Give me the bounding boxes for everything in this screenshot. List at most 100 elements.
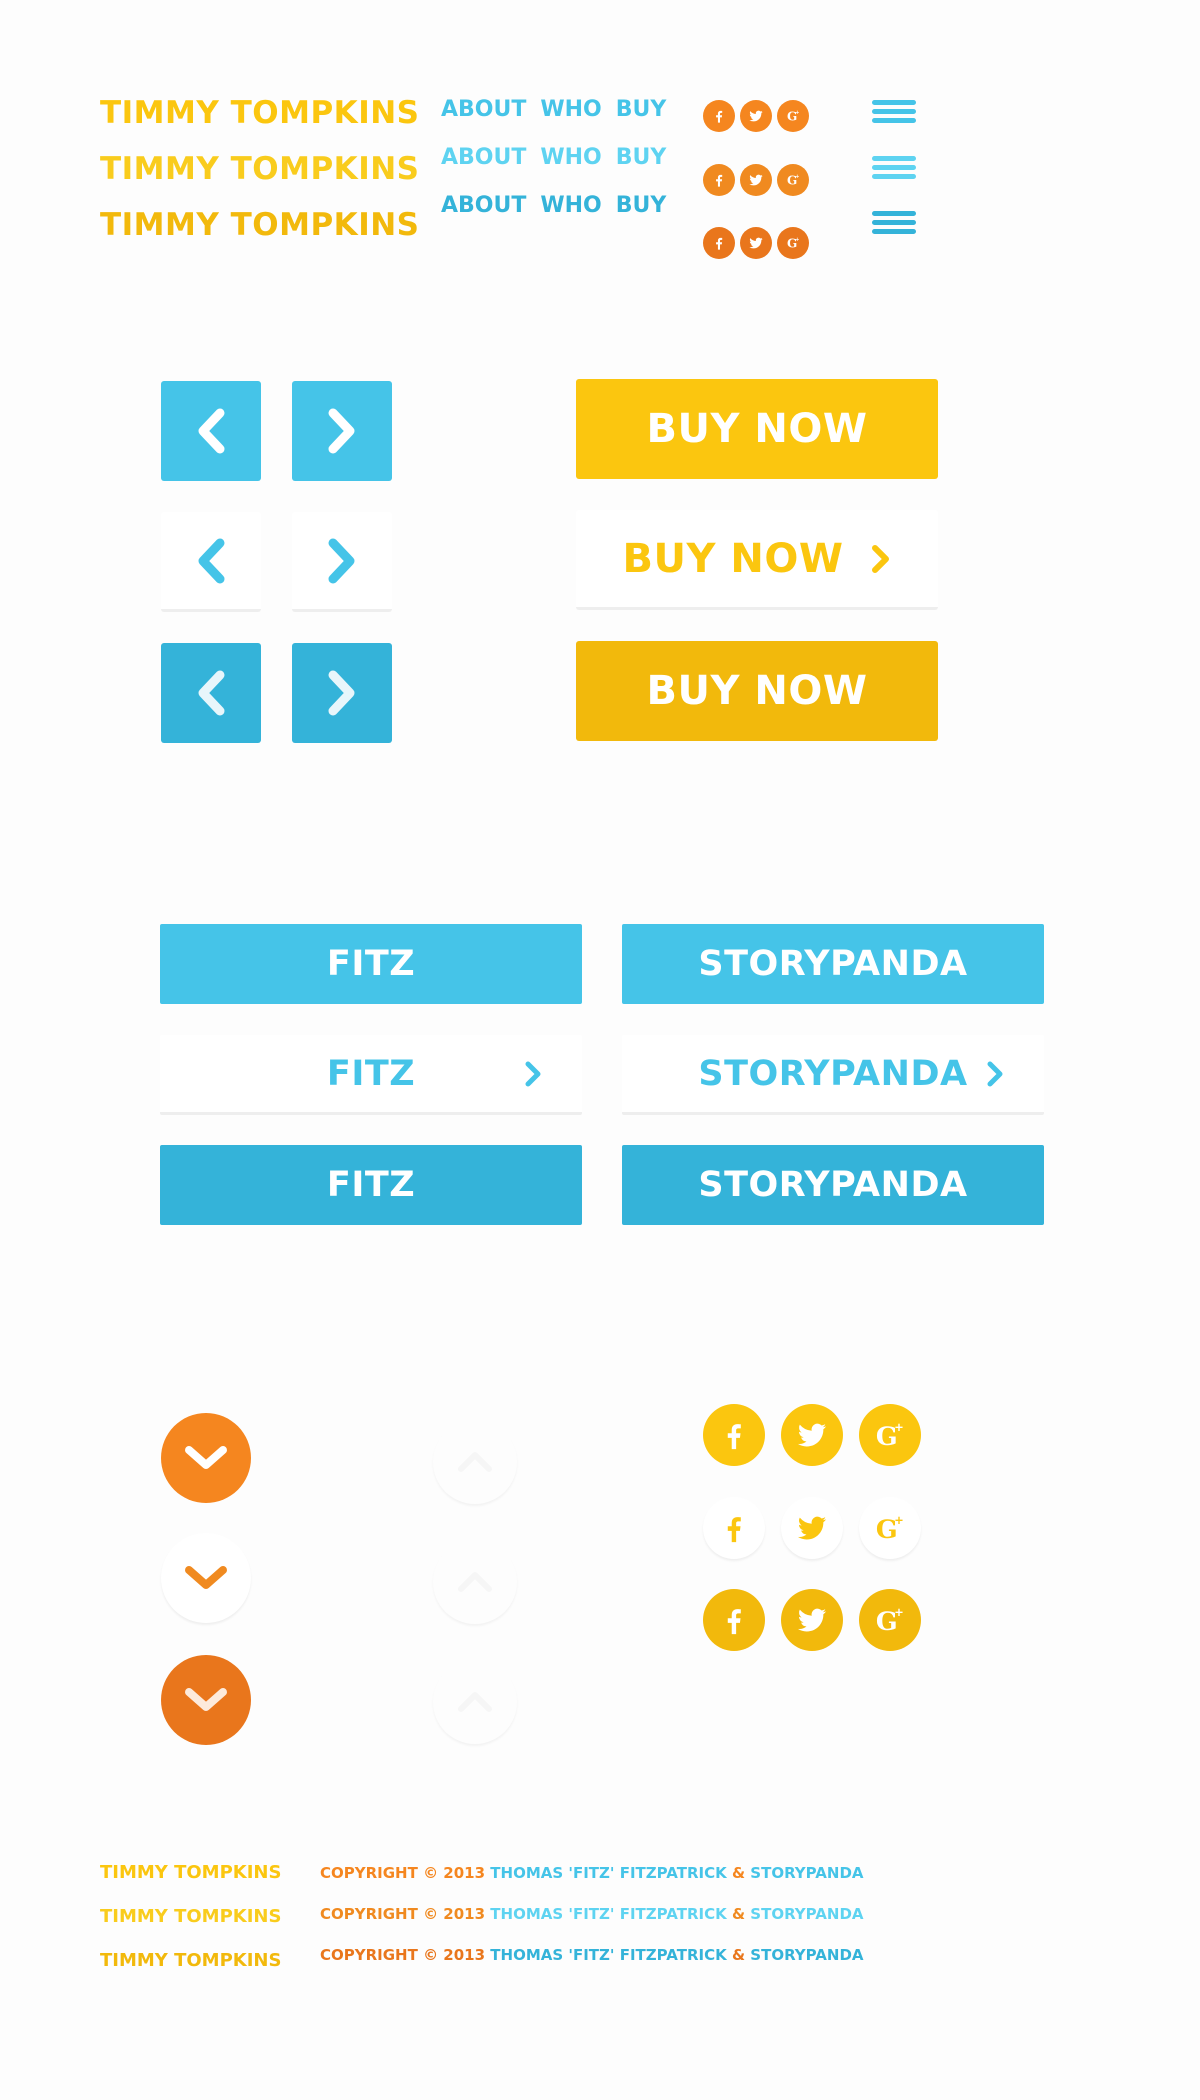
fitz-label: FITZ — [326, 1165, 416, 1205]
nav-about[interactable]: ABOUT — [441, 193, 526, 218]
twitter-icon[interactable] — [781, 1497, 843, 1559]
ampersand: & — [731, 1864, 746, 1882]
hamburger-menu-icon[interactable] — [872, 100, 916, 126]
author-link[interactable]: THOMAS 'FITZ' FITZPATRICK — [490, 1864, 726, 1882]
social-row: G + — [703, 100, 809, 132]
storypanda-label: STORYPANDA — [698, 944, 968, 984]
twitter-icon[interactable] — [740, 227, 772, 259]
buy-now-button[interactable]: BUY NOW — [576, 510, 938, 610]
chevron-down-icon — [185, 1566, 227, 1589]
scroll-up-button[interactable] — [433, 1420, 517, 1504]
storypanda-link[interactable]: STORYPANDA — [750, 1864, 863, 1882]
svg-text:+: + — [894, 1420, 904, 1434]
author-link[interactable]: THOMAS 'FITZ' FITZPATRICK — [490, 1946, 726, 1964]
footer-logo[interactable]: TIMMY TOMPKINS — [100, 1952, 281, 1970]
hamburger-menu-icon[interactable] — [872, 211, 916, 237]
chevron-right-icon — [525, 1061, 541, 1086]
scroll-down-button[interactable] — [161, 1533, 251, 1623]
nav-buy[interactable]: BUY — [616, 97, 667, 122]
storypanda-link[interactable]: STORYPANDA — [750, 1905, 863, 1923]
nav-row: ABOUT WHO BUY — [441, 195, 680, 217]
author-link[interactable]: THOMAS 'FITZ' FITZPATRICK — [490, 1905, 726, 1923]
svg-text:+: + — [894, 1605, 904, 1619]
copyright-line: COPYRIGHT © 2013 THOMAS 'FITZ' FITZPATRI… — [320, 1948, 864, 1963]
scroll-up-button[interactable] — [433, 1540, 517, 1624]
scroll-down-button[interactable] — [161, 1655, 251, 1745]
facebook-icon[interactable] — [703, 227, 735, 259]
nav-about[interactable]: ABOUT — [441, 145, 526, 170]
google-plus-icon[interactable]: G + — [777, 227, 809, 259]
prev-button[interactable] — [161, 643, 261, 743]
prev-button[interactable] — [161, 512, 261, 612]
chevron-left-icon — [198, 670, 225, 716]
facebook-icon[interactable] — [703, 1589, 765, 1651]
buy-now-button[interactable]: BUY NOW — [576, 379, 938, 479]
storypanda-label: STORYPANDA — [698, 1053, 968, 1094]
twitter-icon[interactable] — [781, 1404, 843, 1466]
fitz-label: FITZ — [326, 1053, 416, 1094]
social-row: G + — [703, 227, 809, 259]
chevron-right-icon — [987, 1061, 1003, 1086]
next-button[interactable] — [292, 512, 392, 612]
copyright-line: COPYRIGHT © 2013 THOMAS 'FITZ' FITZPATRI… — [320, 1907, 864, 1922]
footer-logo[interactable]: TIMMY TOMPKINS — [100, 1908, 281, 1926]
scroll-up-button[interactable] — [433, 1660, 517, 1744]
nav-about[interactable]: ABOUT — [441, 97, 526, 122]
prev-button[interactable] — [161, 381, 261, 481]
chevron-up-icon — [458, 1452, 492, 1472]
chevron-up-icon — [458, 1692, 492, 1712]
nav-buy[interactable]: BUY — [616, 145, 667, 170]
buy-now-label: BUY NOW — [646, 668, 868, 714]
twitter-icon[interactable] — [740, 164, 772, 196]
chevron-right-icon — [328, 670, 355, 716]
storypanda-label: STORYPANDA — [698, 1165, 968, 1205]
google-plus-icon[interactable]: G + — [777, 164, 809, 196]
copyright-text: COPYRIGHT © 2013 — [320, 1905, 486, 1923]
ampersand: & — [731, 1946, 746, 1964]
facebook-icon[interactable] — [703, 1497, 765, 1559]
fitz-button[interactable]: FITZ — [160, 1035, 582, 1115]
chevron-down-icon — [185, 1688, 227, 1711]
nav-buy[interactable]: BUY — [616, 193, 667, 218]
next-button[interactable] — [292, 643, 392, 743]
scroll-down-button[interactable] — [161, 1413, 251, 1503]
hamburger-menu-icon[interactable] — [872, 156, 916, 182]
storypanda-button[interactable]: STORYPANDA — [622, 1035, 1044, 1115]
chevron-right-icon — [872, 544, 890, 573]
facebook-icon[interactable] — [703, 164, 735, 196]
chevron-right-icon — [328, 538, 355, 583]
nav-who[interactable]: WHO — [540, 145, 601, 170]
google-plus-icon[interactable]: G + — [859, 1404, 921, 1466]
chevron-up-icon — [458, 1572, 492, 1592]
facebook-icon[interactable] — [703, 1404, 765, 1466]
fitz-button[interactable]: FITZ — [160, 1145, 582, 1225]
fitz-label: FITZ — [326, 944, 416, 984]
copyright-text: COPYRIGHT © 2013 — [320, 1946, 486, 1964]
logo[interactable]: TIMMY TOMPKINS — [100, 154, 420, 185]
nav-row: ABOUT WHO BUY — [441, 99, 680, 121]
storypanda-link[interactable]: STORYPANDA — [750, 1946, 863, 1964]
nav-who[interactable]: WHO — [540, 97, 601, 122]
buy-now-button[interactable]: BUY NOW — [576, 641, 938, 741]
buy-now-label: BUY NOW — [622, 535, 844, 582]
facebook-icon[interactable] — [703, 100, 735, 132]
twitter-icon[interactable] — [740, 100, 772, 132]
svg-text:+: + — [795, 110, 799, 116]
chevron-left-icon — [198, 408, 225, 454]
google-plus-icon[interactable]: G + — [777, 100, 809, 132]
google-plus-icon[interactable]: G + — [859, 1589, 921, 1651]
fitz-button[interactable]: FITZ — [160, 924, 582, 1004]
svg-text:+: + — [795, 237, 799, 243]
logo[interactable]: TIMMY TOMPKINS — [100, 210, 420, 241]
logo[interactable]: TIMMY TOMPKINS — [100, 98, 420, 129]
storypanda-button[interactable]: STORYPANDA — [622, 1145, 1044, 1225]
svg-text:+: + — [795, 174, 799, 180]
twitter-icon[interactable] — [781, 1589, 843, 1651]
footer-logo[interactable]: TIMMY TOMPKINS — [100, 1864, 281, 1882]
svg-text:+: + — [894, 1513, 904, 1527]
next-button[interactable] — [292, 381, 392, 481]
google-plus-icon[interactable]: G + — [859, 1497, 921, 1559]
copyright-line: COPYRIGHT © 2013 THOMAS 'FITZ' FITZPATRI… — [320, 1866, 864, 1881]
storypanda-button[interactable]: STORYPANDA — [622, 924, 1044, 1004]
nav-who[interactable]: WHO — [540, 193, 601, 218]
